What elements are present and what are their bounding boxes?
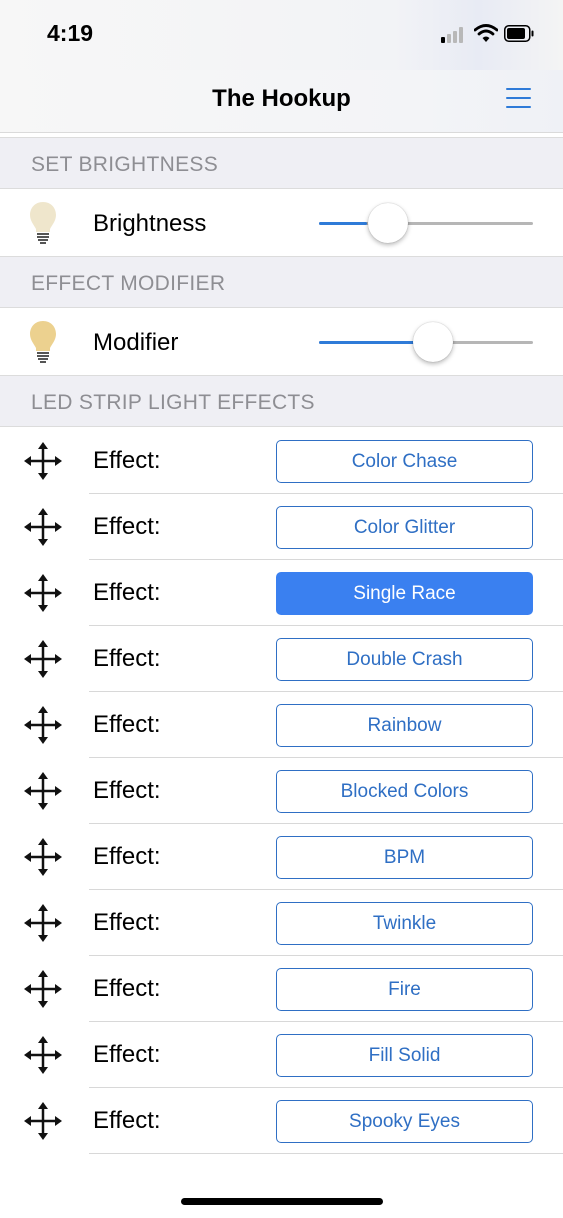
battery-icon	[504, 25, 534, 42]
effect-label: Effect:	[93, 645, 161, 672]
home-indicator	[181, 1198, 383, 1205]
move-arrows-icon[interactable]	[24, 772, 62, 810]
effect-label: Effect:	[93, 1107, 161, 1134]
effect-row[interactable]: Effect: Spooky Eyes	[0, 1088, 563, 1154]
brightness-row: Brightness	[0, 189, 563, 256]
move-arrows-icon[interactable]	[24, 706, 62, 744]
light-bulb-icon	[30, 321, 56, 363]
effect-row[interactable]: Effect: Single Race	[0, 560, 563, 626]
effect-row[interactable]: Effect: Twinkle	[0, 890, 563, 956]
modifier-row: Modifier	[0, 308, 563, 375]
move-arrows-icon[interactable]	[24, 442, 62, 480]
effect-button[interactable]: Twinkle	[276, 902, 533, 945]
light-bulb-icon	[30, 202, 56, 244]
status-time: 4:19	[47, 20, 94, 46]
effect-button[interactable]: Fire	[276, 968, 533, 1011]
effect-row[interactable]: Effect: Blocked Colors	[0, 758, 563, 824]
cellular-signal-icon	[441, 27, 467, 43]
effect-label: Effect:	[93, 909, 161, 936]
section-header-modifier: EFFECT MODIFIER	[0, 256, 563, 308]
effect-label: Effect:	[93, 975, 161, 1002]
modifier-label: Modifier	[93, 329, 179, 356]
effect-row[interactable]: Effect: Rainbow	[0, 692, 563, 758]
section-header-effects: LED STRIP LIGHT EFFECTS	[0, 375, 563, 427]
section-header-brightness: SET BRIGHTNESS	[0, 137, 563, 189]
effect-button[interactable]: Double Crash	[276, 638, 533, 681]
page-title: The Hookup	[212, 85, 351, 112]
effect-label: Effect:	[93, 513, 161, 540]
move-arrows-icon[interactable]	[24, 574, 62, 612]
effect-row[interactable]: Effect: BPM	[0, 824, 563, 890]
move-arrows-icon[interactable]	[24, 904, 62, 942]
section-header-label: SET BRIGHTNESS	[31, 153, 219, 176]
row-divider	[89, 1153, 563, 1154]
effect-label: Effect:	[93, 777, 161, 804]
move-arrows-icon[interactable]	[24, 640, 62, 678]
effect-row[interactable]: Effect: Fill Solid	[0, 1022, 563, 1088]
slider-fill	[319, 222, 367, 225]
move-arrows-icon[interactable]	[24, 1036, 62, 1074]
effect-button[interactable]: Color Glitter	[276, 506, 533, 549]
effect-button[interactable]: BPM	[276, 836, 533, 879]
wifi-icon	[474, 24, 498, 42]
effect-label: Effect:	[93, 711, 161, 738]
navigation-bar: The Hookup	[0, 70, 563, 133]
effect-button[interactable]: Color Chase	[276, 440, 533, 483]
move-arrows-icon[interactable]	[24, 508, 62, 546]
move-arrows-icon[interactable]	[24, 1102, 62, 1140]
effect-row[interactable]: Effect: Double Crash	[0, 626, 563, 692]
effect-row[interactable]: Effect: Color Chase	[0, 428, 563, 494]
effect-button[interactable]: Fill Solid	[276, 1034, 533, 1077]
status-bar: 4:19	[0, 0, 563, 70]
move-arrows-icon[interactable]	[24, 970, 62, 1008]
effect-label: Effect:	[93, 843, 161, 870]
slider-thumb[interactable]	[413, 322, 453, 362]
effect-label: Effect:	[93, 447, 161, 474]
effect-row[interactable]: Effect: Color Glitter	[0, 494, 563, 560]
move-arrows-icon[interactable]	[24, 838, 62, 876]
effect-button[interactable]: Single Race	[276, 572, 533, 615]
effect-button[interactable]: Rainbow	[276, 704, 533, 747]
effect-button[interactable]: Blocked Colors	[276, 770, 533, 813]
effect-label: Effect:	[93, 579, 161, 606]
brightness-label: Brightness	[93, 210, 207, 237]
modifier-slider[interactable]	[319, 322, 533, 362]
hamburger-menu-icon[interactable]	[506, 87, 532, 111]
brightness-slider[interactable]	[319, 203, 533, 243]
section-header-label: LED STRIP LIGHT EFFECTS	[31, 391, 315, 414]
effect-label: Effect:	[93, 1041, 161, 1068]
slider-thumb[interactable]	[367, 203, 408, 243]
effect-button[interactable]: Spooky Eyes	[276, 1100, 533, 1143]
section-header-label: EFFECT MODIFIER	[31, 272, 226, 295]
effect-row[interactable]: Effect: Fire	[0, 956, 563, 1022]
slider-fill	[319, 341, 420, 344]
